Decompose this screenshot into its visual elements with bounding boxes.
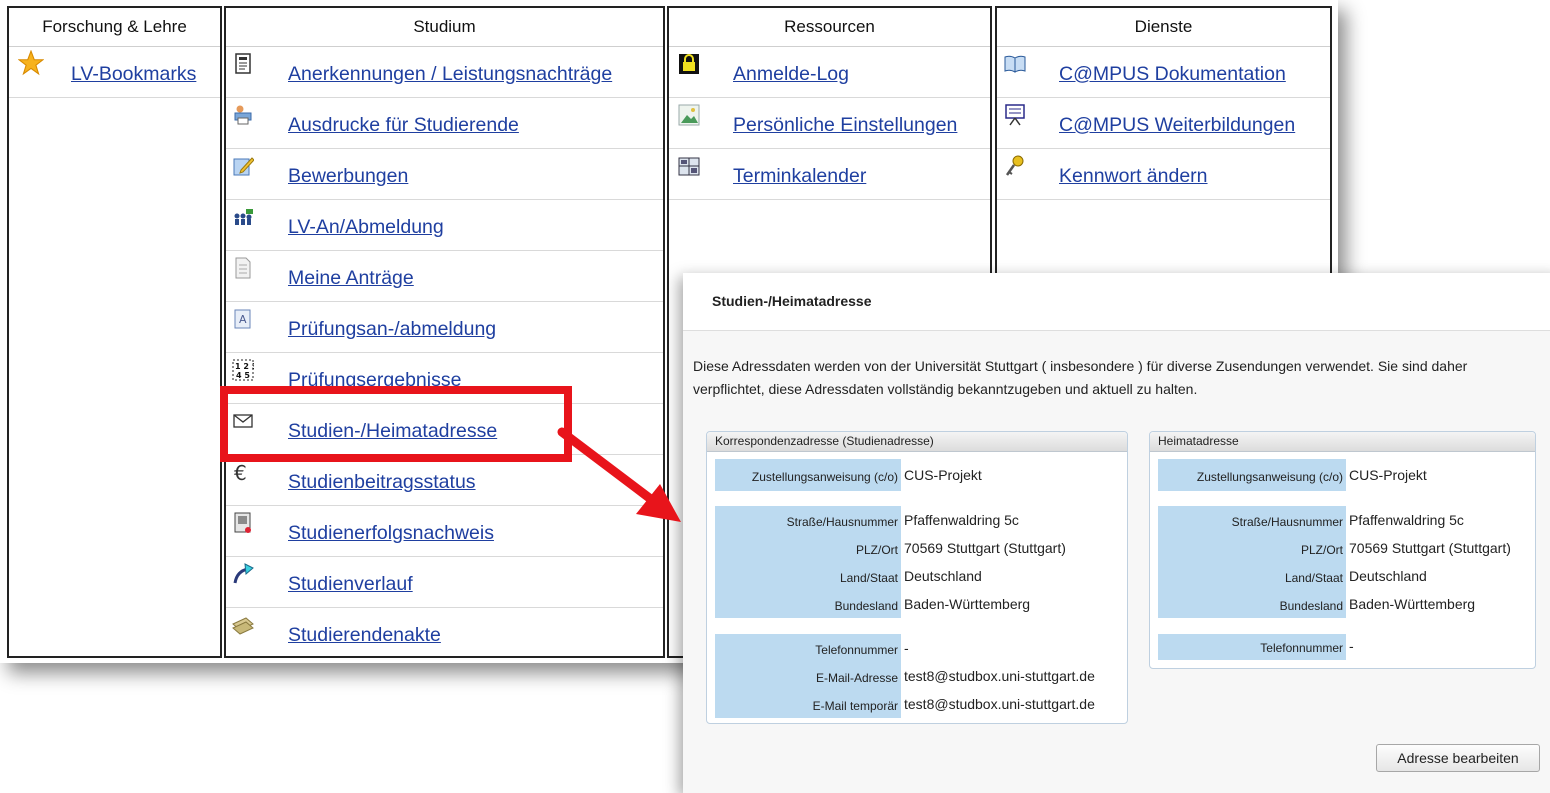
care-of-field: Zustellungsanweisung (c/o) CUS-Projekt (751, 467, 982, 484)
pencil-form-icon (233, 157, 254, 176)
city-field: PLZ/Ort 70569 Stuttgart (Stuttgart) (855, 540, 1066, 557)
home-address-panel: Heimatadresse Zustellungsanweisung (c/o)… (1149, 431, 1536, 669)
dialog-title: Studien-/Heimatadresse (683, 273, 1550, 331)
dialog-intro-text: Diese Adressdaten werden von der Univers… (693, 358, 1468, 397)
studienerfolgsnachweis-link[interactable]: Studienerfolgsnachweis (288, 522, 494, 545)
menu-item-studienverlauf[interactable]: Studienverlauf (226, 557, 663, 608)
grades-icon: 1 2 3 4 5 (232, 359, 254, 381)
menu-item-lv-anmeldung[interactable]: LV-An/Abmeldung (226, 200, 663, 251)
menu-item-meine-antraege[interactable]: Meine Anträge (226, 251, 663, 302)
svg-text:A: A (239, 313, 247, 326)
state-field: Bundesland Baden-Württemberg (834, 596, 1031, 613)
column-header: Ressourcen (669, 8, 990, 47)
exam-sheet-icon: A (234, 309, 251, 329)
city-field: PLZ/Ort 70569 Stuttgart (Stuttgart) (1300, 540, 1511, 557)
menu-item-lv-bookmarks[interactable]: LV-Bookmarks (9, 47, 220, 98)
printer-person-icon (234, 105, 252, 125)
anerkennungen-link[interactable]: Anerkennungen / Leistungsnachträge (288, 63, 612, 86)
calendar-icon (678, 157, 700, 176)
lv-bookmarks-link[interactable]: LV-Bookmarks (71, 63, 196, 86)
column-header: Studium (226, 8, 663, 47)
panel-title: Korrespondenzadresse (Studienadresse) (707, 432, 1127, 452)
meine-antraege-link[interactable]: Meine Anträge (288, 267, 414, 290)
menu-item-studienbeitragsstatus[interactable]: € Studienbeitragsstatus (226, 455, 663, 506)
certificate-icon (234, 512, 251, 533)
menu-item-studierendenakte[interactable]: Studierendenakte (226, 608, 663, 659)
menu-item-persoenliche-einstellungen[interactable]: Persönliche Einstellungen (669, 98, 990, 149)
euro-icon: € (234, 461, 247, 483)
menu-item-campus-dokumentation[interactable]: C@MPUS Dokumentation (997, 47, 1330, 98)
menu-item-kennwort-aendern[interactable]: Kennwort ändern (997, 149, 1330, 200)
correspondence-address-panel: Korrespondenzadresse (Studienadresse) Zu… (706, 431, 1128, 724)
book-icon (1004, 55, 1026, 73)
studierendenakte-link[interactable]: Studierendenakte (288, 624, 441, 647)
image-icon (678, 104, 700, 126)
phone-field: Telefonnummer - (815, 640, 909, 657)
pruefungsanmeldung-link[interactable]: Prüfungsan-/abmeldung (288, 318, 496, 341)
column-studium: Studium Anerkennungen / Leistungsnachträ… (224, 6, 665, 658)
folder-stack-icon (232, 617, 254, 635)
kennwort-aendern-link[interactable]: Kennwort ändern (1059, 165, 1208, 188)
presentation-board-icon (1005, 104, 1025, 126)
menu-item-campus-weiterbildungen[interactable]: C@MPUS Weiterbildungen (997, 98, 1330, 149)
email-field: E-Mail-Adresse test8@studbox.uni-stuttga… (815, 668, 1095, 685)
ausdrucke-link[interactable]: Ausdrucke für Studierende (288, 114, 519, 137)
page-icon (235, 257, 251, 279)
email-temp-field: E-Mail temporär test8@studbox.uni-stuttg… (812, 696, 1095, 713)
lock-icon (679, 54, 699, 74)
people-group-icon (234, 209, 253, 225)
terminkalender-link[interactable]: Terminkalender (733, 165, 866, 188)
menu-item-studienerfolgsnachweis[interactable]: Studienerfolgsnachweis (226, 506, 663, 557)
studienbeitragsstatus-link[interactable]: Studienbeitragsstatus (288, 471, 476, 494)
column-forschung-lehre: Forschung & Lehre LV-Bookmarks (7, 6, 222, 658)
phone-field: Telefonnummer - (1260, 638, 1354, 655)
menu-item-ausdrucke[interactable]: Ausdrucke für Studierende (226, 98, 663, 149)
svg-text:€: € (234, 461, 247, 483)
care-of-field: Zustellungsanweisung (c/o) CUS-Projekt (1196, 467, 1427, 484)
panel-title: Heimatadresse (1150, 432, 1535, 452)
campus-weiterbildungen-link[interactable]: C@MPUS Weiterbildungen (1059, 114, 1295, 137)
menu-item-terminkalender[interactable]: Terminkalender (669, 149, 990, 200)
curve-arrow-icon (233, 563, 254, 584)
persoenliche-einstellungen-link[interactable]: Persönliche Einstellungen (733, 114, 957, 137)
street-field: Straße/Hausnummer Pfaffenwaldring 5c (786, 512, 1019, 529)
campus-dokumentation-link[interactable]: C@MPUS Dokumentation (1059, 63, 1286, 86)
bewerbungen-link[interactable]: Bewerbungen (288, 165, 408, 188)
menu-item-pruefungsanmeldung[interactable]: A Prüfungsan-/abmeldung (226, 302, 663, 353)
star-icon (18, 50, 44, 76)
menu-item-bewerbungen[interactable]: Bewerbungen (226, 149, 663, 200)
document-icon (235, 53, 251, 74)
anmelde-log-link[interactable]: Anmelde-Log (733, 63, 849, 86)
highlight-box (220, 386, 572, 462)
street-field: Straße/Hausnummer Pfaffenwaldring 5c (1231, 512, 1464, 529)
address-dialog: Studien-/Heimatadresse Diese Adressdaten… (683, 273, 1550, 793)
edit-address-button[interactable]: Adresse bearbeiten (1376, 744, 1540, 772)
column-header: Forschung & Lehre (9, 8, 220, 47)
key-icon (1005, 155, 1024, 176)
menu-item-anmelde-log[interactable]: Anmelde-Log (669, 47, 990, 98)
lv-anmeldung-link[interactable]: LV-An/Abmeldung (288, 216, 444, 239)
country-field: Land/Staat Deutschland (1284, 568, 1427, 585)
menu-item-anerkennungen[interactable]: Anerkennungen / Leistungsnachträge (226, 47, 663, 98)
studienverlauf-link[interactable]: Studienverlauf (288, 573, 413, 596)
country-field: Land/Staat Deutschland (839, 568, 982, 585)
state-field: Bundesland Baden-Württemberg (1279, 596, 1476, 613)
column-header: Dienste (997, 8, 1330, 47)
svg-text:1 2 3: 1 2 3 (235, 362, 254, 371)
svg-text:4 5: 4 5 (236, 371, 250, 380)
